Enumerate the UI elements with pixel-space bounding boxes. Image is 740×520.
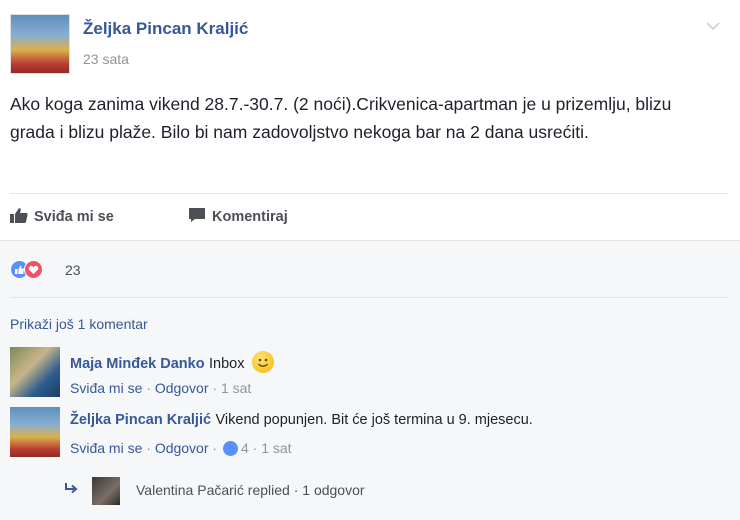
comment-time[interactable]: 1 sat — [261, 440, 291, 456]
reply-summary: Valentina Pačarić replied · 1 odgovor — [136, 482, 365, 498]
commenter-name[interactable]: Maja Minđek Danko — [70, 356, 205, 372]
like-reaction-icon — [222, 441, 238, 456]
comment-like-count[interactable]: 4 — [241, 440, 249, 456]
replier-avatar — [92, 477, 120, 505]
comment-body: Maja Minđek Danko Inbox — [70, 351, 274, 373]
like-button[interactable]: Sviđa mi se — [10, 207, 114, 227]
comment-time[interactable]: 1 sat — [221, 380, 251, 396]
comment-reply-link[interactable]: Odgovor — [155, 380, 209, 396]
comment-meta: Sviđa mi se · Odgovor · 4 · 1 sat — [70, 440, 292, 456]
comment-reply-link[interactable]: Odgovor — [155, 440, 209, 456]
comment-button[interactable]: Komentiraj — [188, 207, 288, 227]
show-more-comments-link[interactable]: Prikaži još 1 komentar — [10, 316, 148, 332]
commenter-avatar[interactable] — [10, 407, 60, 457]
comment-text: Vikend popunjen. Bit će još termina u 9.… — [215, 412, 533, 428]
comment-label: Komentiraj — [212, 209, 288, 225]
commenter-name[interactable]: Željka Pincan Kraljić — [70, 412, 211, 428]
reply-arrow-icon — [64, 482, 78, 497]
post-text: Ako koga zanima vikend 28.7.-30.7. (2 no… — [10, 94, 672, 142]
post-card: Željka Pincan Kraljić 23 sata Ako koga z… — [0, 0, 740, 520]
love-reaction-icon — [24, 260, 43, 279]
author-name[interactable]: Željka Pincan Kraljić — [83, 19, 248, 39]
comment-meta: Sviđa mi se · Odgovor · 1 sat — [70, 380, 251, 396]
separator: · — [208, 380, 221, 396]
comment-body: Željka Pincan Kraljić Vikend popunjen. B… — [70, 411, 533, 429]
reaction-count: 23 — [65, 262, 81, 278]
comment-text: Inbox — [209, 356, 245, 372]
smiley-emoji-icon — [251, 351, 274, 373]
author-avatar[interactable] — [10, 14, 70, 74]
post-timestamp[interactable]: 23 sata — [83, 51, 129, 67]
divider — [10, 193, 728, 194]
thumbs-up-icon — [10, 207, 28, 227]
like-label: Sviđa mi se — [34, 209, 114, 225]
comments-section: 23 Prikaži još 1 komentar Maja Minđek Da… — [0, 240, 740, 520]
chevron-down-icon[interactable] — [704, 18, 722, 32]
commenter-avatar[interactable] — [10, 347, 60, 397]
comment-bubble-icon — [188, 207, 206, 227]
comment-like-link[interactable]: Sviđa mi se — [70, 440, 142, 456]
separator: · — [142, 440, 155, 456]
separator: · — [142, 380, 155, 396]
separator: · — [248, 440, 262, 456]
divider — [10, 297, 728, 298]
comment-like-link[interactable]: Sviđa mi se — [70, 380, 142, 396]
separator: · — [208, 440, 221, 456]
